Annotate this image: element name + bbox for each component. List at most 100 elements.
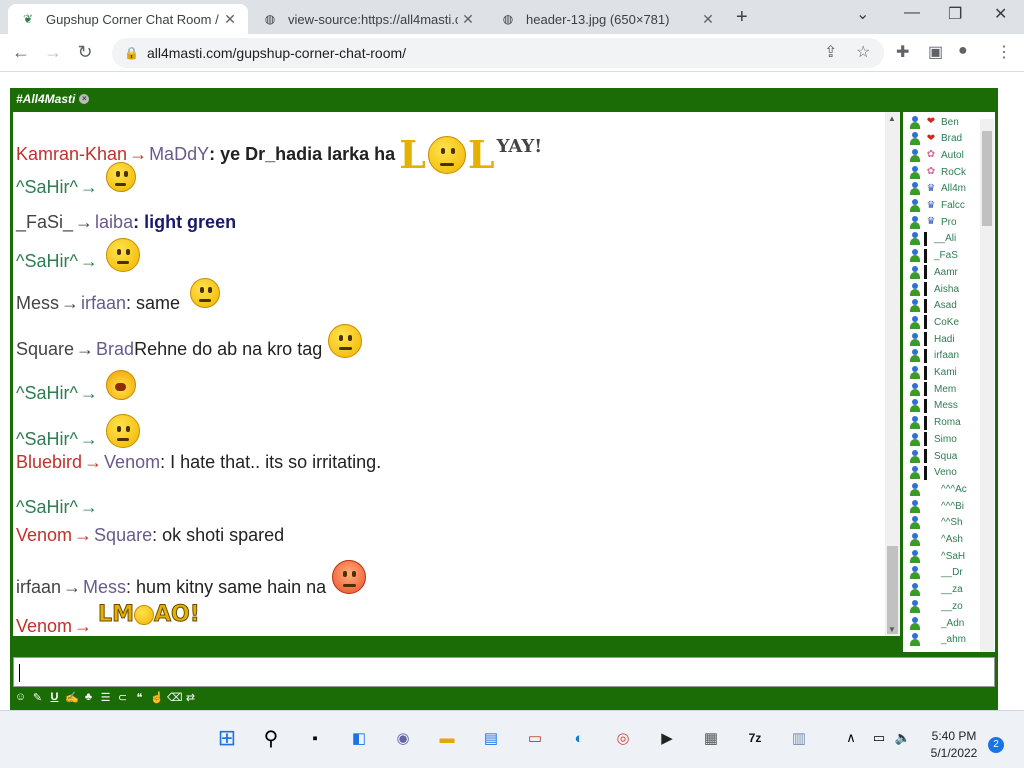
user-list-item[interactable]: __zo [909,598,963,614]
file-explorer-icon[interactable]: ▬ [434,725,460,751]
user-list-item[interactable]: Aamr [909,264,958,280]
user-list-item[interactable]: Simo [909,431,957,447]
tab-header-image[interactable]: ◍ header-13.jpg (650×781) ✕ [488,4,726,34]
user-list-item[interactable]: ✿ Autol [909,147,964,163]
minimize-button[interactable]: — [904,4,920,22]
user-list-item[interactable]: ^Ash [909,532,963,548]
pen-icon[interactable]: ✎ [31,691,44,704]
underline-icon[interactable]: U [48,691,61,703]
sender-name[interactable]: ^SaHir^ [16,251,78,272]
sender-name[interactable]: Square [16,339,74,360]
recipient-name[interactable]: laiba [95,212,133,233]
user-list-item[interactable]: __za [909,582,963,598]
user-list-item[interactable]: CoKe [909,314,959,330]
close-tab-icon[interactable]: ✕ [698,11,718,28]
tab-gupshup[interactable]: ❦ Gupshup Corner Chat Room / Gu ✕ [8,4,248,34]
forward-button[interactable]: → [42,42,64,63]
back-button[interactable]: ← [10,42,32,63]
recipient-name[interactable]: Brad [96,339,134,360]
7zip-icon[interactable]: 7z [742,725,768,751]
side-panel-icon[interactable]: ▣ [928,42,943,62]
start-windows-icon[interactable]: ⊞ [214,725,240,751]
user-list-item[interactable]: Asad [909,298,957,314]
list-icon[interactable]: ☰ [99,691,112,704]
address-bar[interactable]: 🔒 all4masti.com/gupshup-corner-chat-room… [112,38,884,68]
reload-button[interactable]: ↻ [74,42,96,63]
recipient-name[interactable]: Venom [104,452,160,473]
user-list-item[interactable]: Hadi [909,331,955,347]
scrollbar-thumb[interactable] [982,131,992,226]
widgets-icon[interactable]: ◧ [346,725,372,751]
user-list-item[interactable]: ^SaH [909,548,965,564]
user-list-item[interactable]: Aisha [909,281,959,297]
room-tab[interactable]: #All4Masti × [16,92,90,106]
sender-name[interactable]: ^SaHir^ [16,497,78,518]
bookmark-star-icon[interactable]: ☆ [856,42,870,62]
user-list-item[interactable]: Squa [909,448,957,464]
sender-name[interactable]: Venom [16,616,72,636]
clock-date[interactable]: 5/1/2022 [930,746,978,760]
notepad-icon[interactable]: ▦ [698,725,724,751]
sender-name[interactable]: ^SaHir^ [16,177,78,198]
restore-button[interactable]: ❐ [948,4,962,24]
menu-kebab-icon[interactable]: ⋮ [996,42,1012,62]
share-icon[interactable]: ⇪ [824,42,837,62]
teams-chat-icon[interactable]: ◉ [390,725,416,751]
profile-avatar-icon[interactable]: ● [958,42,968,60]
tab-view-source[interactable]: ◍ view-source:https://all4masti.con ✕ [250,4,486,34]
close-tab-icon[interactable]: ✕ [458,11,478,28]
user-list-item[interactable]: Mess [909,398,958,414]
recipient-name[interactable]: Mess [83,577,126,598]
recipient-name[interactable]: irfaan [81,293,126,314]
sender-name[interactable]: Mess [16,293,59,314]
user-list-item[interactable]: _FaS [909,248,958,264]
user-list-item[interactable]: ♛ All4m [909,181,966,197]
sender-name[interactable]: ^SaHir^ [16,383,78,404]
sender-name[interactable]: irfaan [16,577,61,598]
sender-name[interactable]: Kamran-Khan [16,144,127,165]
chat-bubbles-icon[interactable]: ❝ [133,691,146,704]
swap-icon[interactable]: ⇄ [184,691,197,704]
message-scrollbar[interactable]: ▲ ▼ [885,112,900,636]
show-hidden-icons-chevron-icon[interactable]: ∧ [838,725,864,751]
user-list-item[interactable]: __Dr [909,565,963,581]
user-list-item[interactable]: ♛ Falcc [909,198,965,214]
user-list-item[interactable]: ❤ Brad [909,131,962,147]
user-list-item[interactable]: _Adn [909,615,964,631]
user-list-item[interactable]: __Ali [909,231,956,247]
new-tab-button[interactable]: + [736,6,748,29]
sender-name[interactable]: _FaSi_ [16,212,73,233]
chrome-browser-icon[interactable]: ◎ [610,725,636,751]
user-list-item[interactable]: Veno [909,465,957,481]
clock-time[interactable]: 5:40 PM [930,729,978,743]
user-list-item[interactable]: ^^Sh [909,515,963,531]
volume-icon[interactable]: 🔈 [890,725,916,751]
task-view-icon[interactable]: ▪ [302,725,328,751]
extensions-icon[interactable]: ✚ [896,42,909,62]
user-list-item[interactable]: ^^^Bi [909,498,964,514]
user-list-item[interactable]: _ahm [909,632,966,648]
edit-icon[interactable]: ✍ [65,691,79,704]
tab-search-icon[interactable]: ⌄ [856,4,869,24]
app-red-icon[interactable]: ▭ [522,725,548,751]
user-list-item[interactable]: ❤ Ben [909,114,959,130]
sender-name[interactable]: ^SaHir^ [16,429,78,450]
user-list-item[interactable]: ♛ Pro [909,214,957,230]
emoji-icon[interactable]: ☺ [14,691,27,703]
user-list-item[interactable]: irfaan [909,348,959,364]
user-list-item[interactable]: ^^^Ac [909,481,967,497]
network-app-icon[interactable]: ▥ [786,725,812,751]
toggle-icon[interactable]: ⊂ [116,691,129,704]
room-close-icon[interactable]: × [79,94,90,104]
close-tab-icon[interactable]: ✕ [220,11,240,28]
user-list-item[interactable]: ✿ RoCk [909,164,966,180]
recipient-name[interactable]: MaDdY [149,144,209,165]
lock-icon[interactable]: 🔒 [124,46,139,60]
search-icon[interactable]: ⚲ [258,725,284,751]
recipient-name[interactable]: Square [94,525,152,546]
terminal-icon[interactable]: ▶ [654,725,680,751]
users-icon[interactable]: ♣ [82,691,95,703]
sender-name[interactable]: Venom [16,525,72,546]
message-input[interactable] [13,657,995,687]
user-list-scrollbar[interactable] [980,119,994,652]
